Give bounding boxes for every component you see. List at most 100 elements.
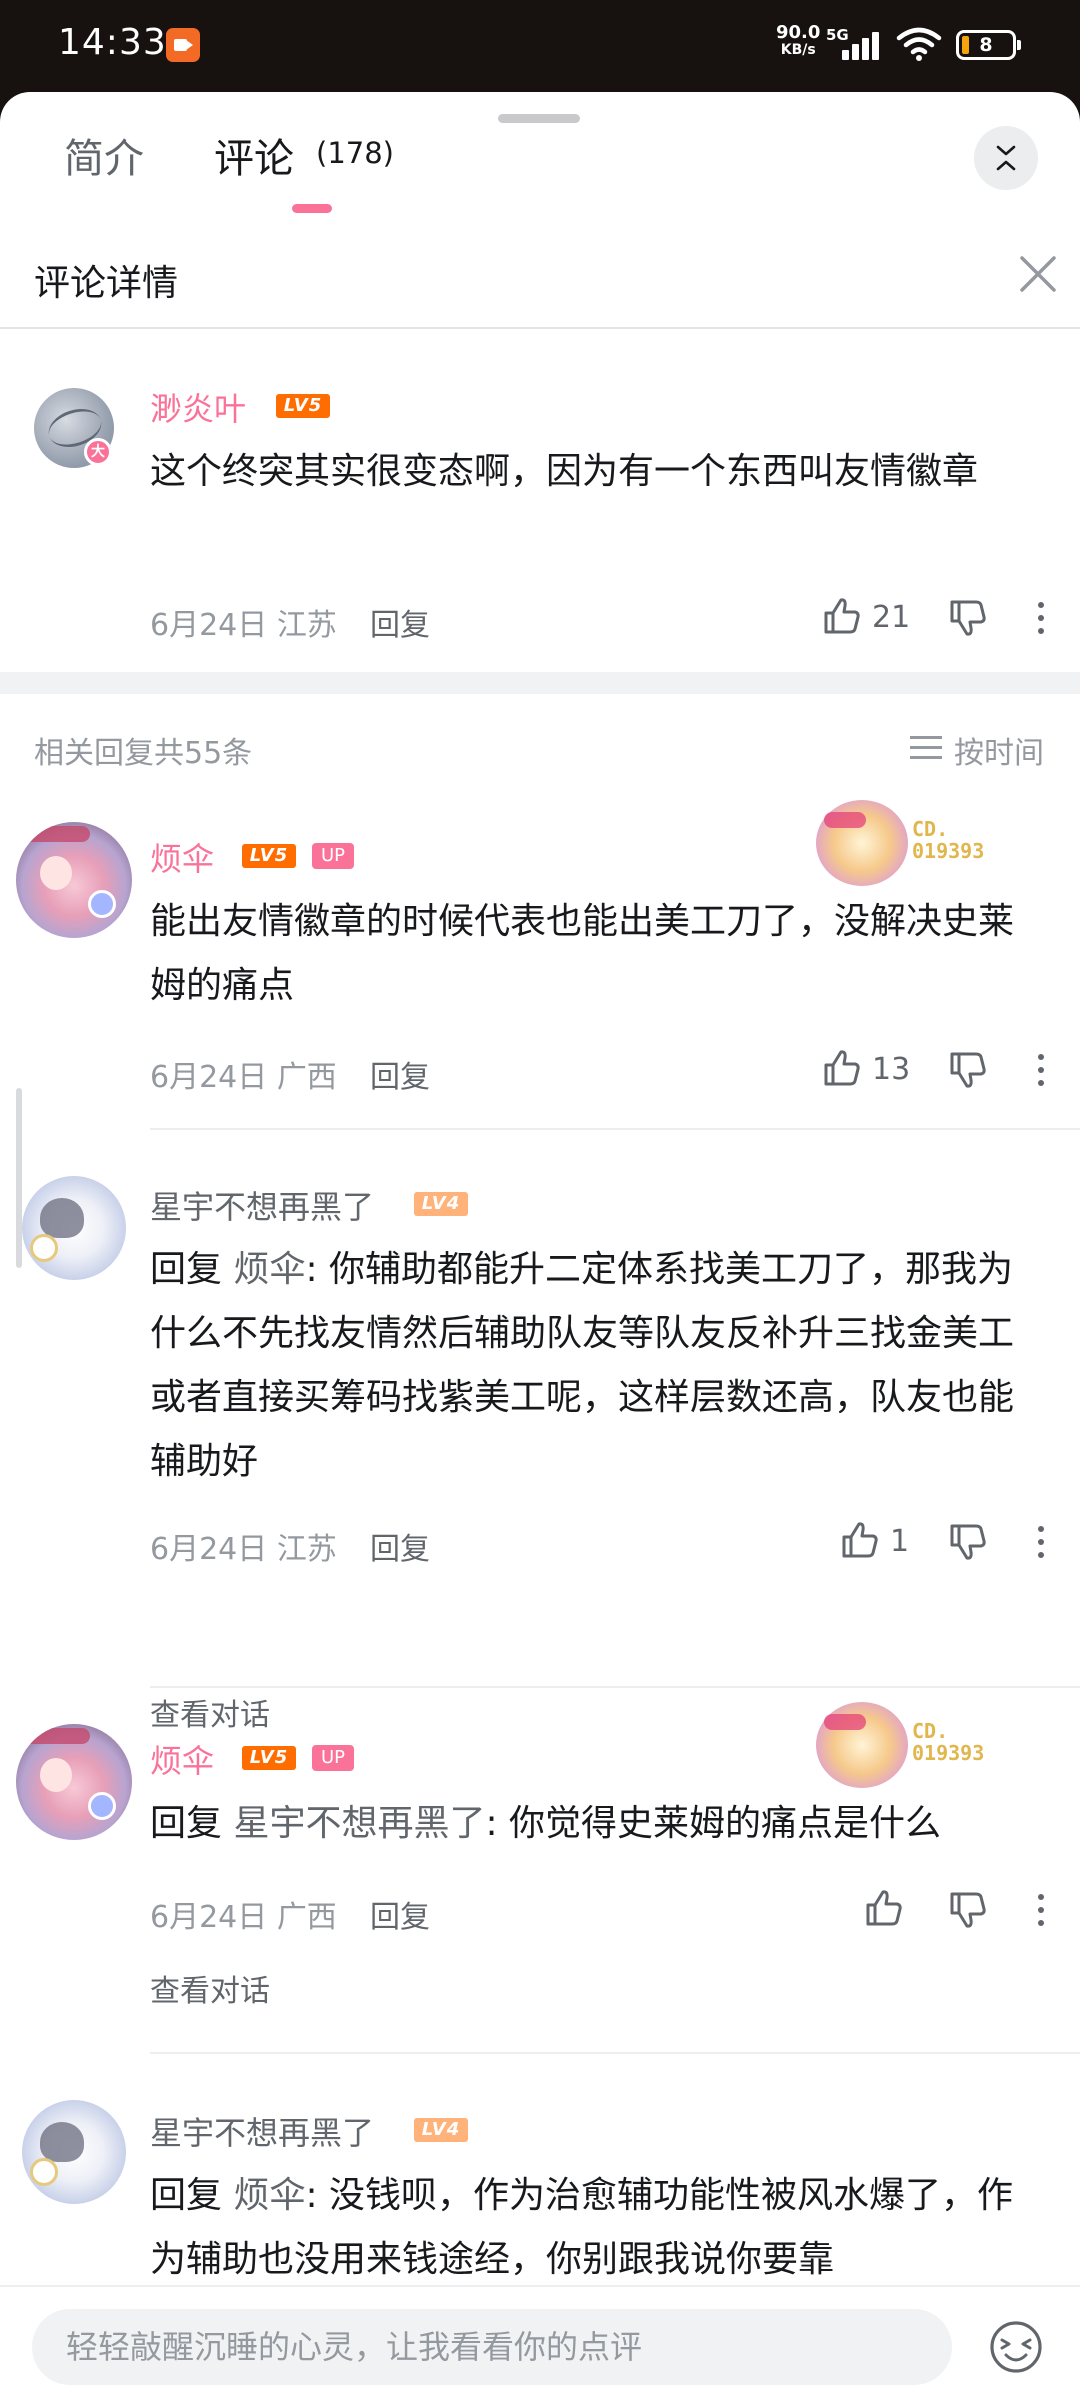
view-conversation-link[interactable]: 查看对话 bbox=[150, 1690, 270, 1734]
tab-comments[interactable]: 评论 bbox=[214, 126, 294, 184]
up-tag: UP bbox=[312, 843, 354, 869]
reply-to-user[interactable]: 星宇不想再黑了 bbox=[233, 1803, 485, 1844]
collapse-button[interactable] bbox=[974, 126, 1038, 190]
screen-record-icon bbox=[166, 28, 200, 62]
reply-prefix: 回复 bbox=[150, 1803, 234, 1844]
scrollbar[interactable] bbox=[16, 1088, 22, 1268]
tab-intro[interactable]: 简介 bbox=[64, 126, 144, 184]
level-badge: LV5 bbox=[242, 1746, 296, 1770]
comment-location: 广西 bbox=[276, 1900, 337, 1935]
like-count: 1 bbox=[890, 1524, 910, 1559]
sort-icon[interactable] bbox=[910, 734, 942, 762]
comment-location: 江苏 bbox=[276, 1532, 337, 1567]
fan-card-number: CD. 019393 bbox=[912, 817, 985, 863]
comment-meta: 6月24日 广西 bbox=[150, 1052, 337, 1096]
reply-button[interactable]: 回复 bbox=[370, 600, 430, 644]
status-time: 14:33 bbox=[58, 22, 167, 63]
divider bbox=[150, 1128, 1080, 1130]
avatar[interactable] bbox=[16, 1724, 132, 1840]
fan-card[interactable]: CD. 019393 bbox=[816, 1702, 996, 1788]
reply-button[interactable]: 回复 bbox=[370, 1892, 430, 1936]
thumbs-up-icon[interactable] bbox=[864, 1888, 904, 1928]
drag-handle[interactable] bbox=[498, 114, 580, 123]
thumbs-down-icon[interactable] bbox=[948, 1890, 988, 1930]
reply-button[interactable]: 回复 bbox=[370, 1052, 430, 1096]
comments-sheet: 简介 评论 (178) 评论详情 大 渺炎叶 LV5 这个终突其实很变态啊，因为… bbox=[0, 92, 1080, 2401]
thumbs-down-icon[interactable] bbox=[948, 1050, 988, 1090]
more-icon[interactable] bbox=[1030, 598, 1050, 638]
network-speed-unit: KB/s bbox=[780, 42, 816, 58]
comment-location: 江苏 bbox=[276, 608, 337, 643]
level-badge: LV4 bbox=[414, 2118, 468, 2142]
fan-card-image bbox=[816, 800, 908, 886]
section-divider bbox=[0, 672, 1080, 694]
signal-icon bbox=[842, 30, 884, 60]
username[interactable]: 星宇不想再黑了 bbox=[150, 1182, 374, 1228]
avatar[interactable] bbox=[16, 822, 132, 938]
double-chevron-icon bbox=[996, 145, 1016, 171]
like-count: 21 bbox=[872, 600, 911, 635]
username[interactable]: 烦伞 bbox=[150, 834, 214, 880]
divider bbox=[150, 2052, 1080, 2054]
level-badge: LV5 bbox=[276, 394, 330, 418]
avatar-badge: 大 bbox=[84, 438, 112, 466]
comment-date: 6月24日 bbox=[150, 1900, 268, 1935]
wifi-icon bbox=[896, 27, 942, 61]
avatar-badge-icon bbox=[88, 890, 116, 918]
username[interactable]: 渺炎叶 bbox=[150, 384, 246, 430]
comment-date: 6月24日 bbox=[150, 608, 268, 643]
comment-input-bar: 轻轻敲醒沉睡的心灵，让我看看你的点评 bbox=[0, 2285, 1080, 2401]
comment-text: 回复 烦伞: 没钱呗，作为治愈辅功能性被风水爆了，作为辅助也没用来钱途经，你别跟… bbox=[150, 2164, 1030, 2292]
thumbs-up-icon[interactable] bbox=[822, 596, 862, 636]
thumbs-down-icon[interactable] bbox=[948, 598, 988, 638]
replies-count: 相关回复共55条 bbox=[34, 736, 253, 771]
view-conversation-link[interactable]: 查看对话 bbox=[150, 1966, 270, 2010]
thumbs-down-icon[interactable] bbox=[948, 1522, 988, 1562]
up-tag: UP bbox=[312, 1745, 354, 1771]
reply-to-user[interactable]: 烦伞 bbox=[233, 2175, 305, 2216]
comment-meta: 6月24日 广西 bbox=[150, 1892, 337, 1936]
more-icon[interactable] bbox=[1030, 1050, 1050, 1090]
avatar-badge-icon bbox=[30, 1234, 58, 1262]
more-icon[interactable] bbox=[1030, 1890, 1050, 1930]
comments-count: (178) bbox=[316, 136, 394, 170]
comment-location: 广西 bbox=[276, 1060, 337, 1095]
fan-card-number: CD. 019393 bbox=[912, 1719, 985, 1765]
sort-button[interactable]: 按时间 bbox=[954, 728, 1044, 772]
divider bbox=[0, 327, 1080, 329]
comment-text: 能出友情徽章的时候代表也能出美工刀了，没解决史莱姆的痛点 bbox=[150, 901, 1015, 1006]
reply-to-user[interactable]: 烦伞 bbox=[233, 1249, 305, 1290]
comment-input[interactable]: 轻轻敲醒沉睡的心灵，让我看看你的点评 bbox=[32, 2309, 952, 2385]
comment-text: 回复 星宇不想再黑了: 你觉得史莱姆的痛点是什么 bbox=[150, 1792, 1030, 1856]
network-speed-value: 90.0 bbox=[776, 22, 821, 43]
comment-text: 这个终突其实很变态啊，因为有一个东西叫友情徽章 bbox=[150, 451, 979, 492]
network-speed: 90.0 KB/s bbox=[776, 22, 821, 59]
emoji-icon[interactable] bbox=[988, 2319, 1044, 2375]
avatar-badge-icon bbox=[30, 2158, 58, 2186]
level-badge: LV5 bbox=[242, 844, 296, 868]
detail-title: 评论详情 bbox=[34, 263, 179, 304]
comment-date: 6月24日 bbox=[150, 1532, 268, 1567]
comment-date: 6月24日 bbox=[150, 1060, 268, 1095]
thumbs-up-icon[interactable] bbox=[822, 1048, 862, 1088]
like-count: 13 bbox=[872, 1052, 911, 1087]
battery-icon: 8 bbox=[956, 30, 1021, 60]
avatar[interactable] bbox=[22, 1176, 126, 1280]
reply-body: : 你觉得史莱姆的痛点是什么 bbox=[485, 1803, 942, 1844]
avatar[interactable] bbox=[22, 2100, 126, 2204]
level-badge: LV4 bbox=[414, 1192, 468, 1216]
close-icon[interactable] bbox=[1016, 252, 1060, 296]
status-bar: 14:33 90.0 KB/s 5G 8 bbox=[0, 0, 1080, 92]
reply-prefix: 回复 bbox=[150, 1249, 234, 1290]
comment-text: 回复 烦伞: 你辅助都能升二定体系找美工刀了，那我为什么不先找友情然后辅助队友等… bbox=[150, 1238, 1030, 1494]
comment-meta: 6月24日 江苏 bbox=[150, 1524, 337, 1568]
divider bbox=[150, 1686, 1080, 1688]
thumbs-up-icon[interactable] bbox=[840, 1520, 880, 1560]
tab-indicator bbox=[292, 204, 332, 213]
username[interactable]: 烦伞 bbox=[150, 1736, 214, 1782]
username[interactable]: 星宇不想再黑了 bbox=[150, 2108, 374, 2154]
fan-card[interactable]: CD. 019393 bbox=[816, 800, 996, 886]
battery-level: 8 bbox=[979, 34, 993, 56]
reply-button[interactable]: 回复 bbox=[370, 1524, 430, 1568]
more-icon[interactable] bbox=[1030, 1522, 1050, 1562]
